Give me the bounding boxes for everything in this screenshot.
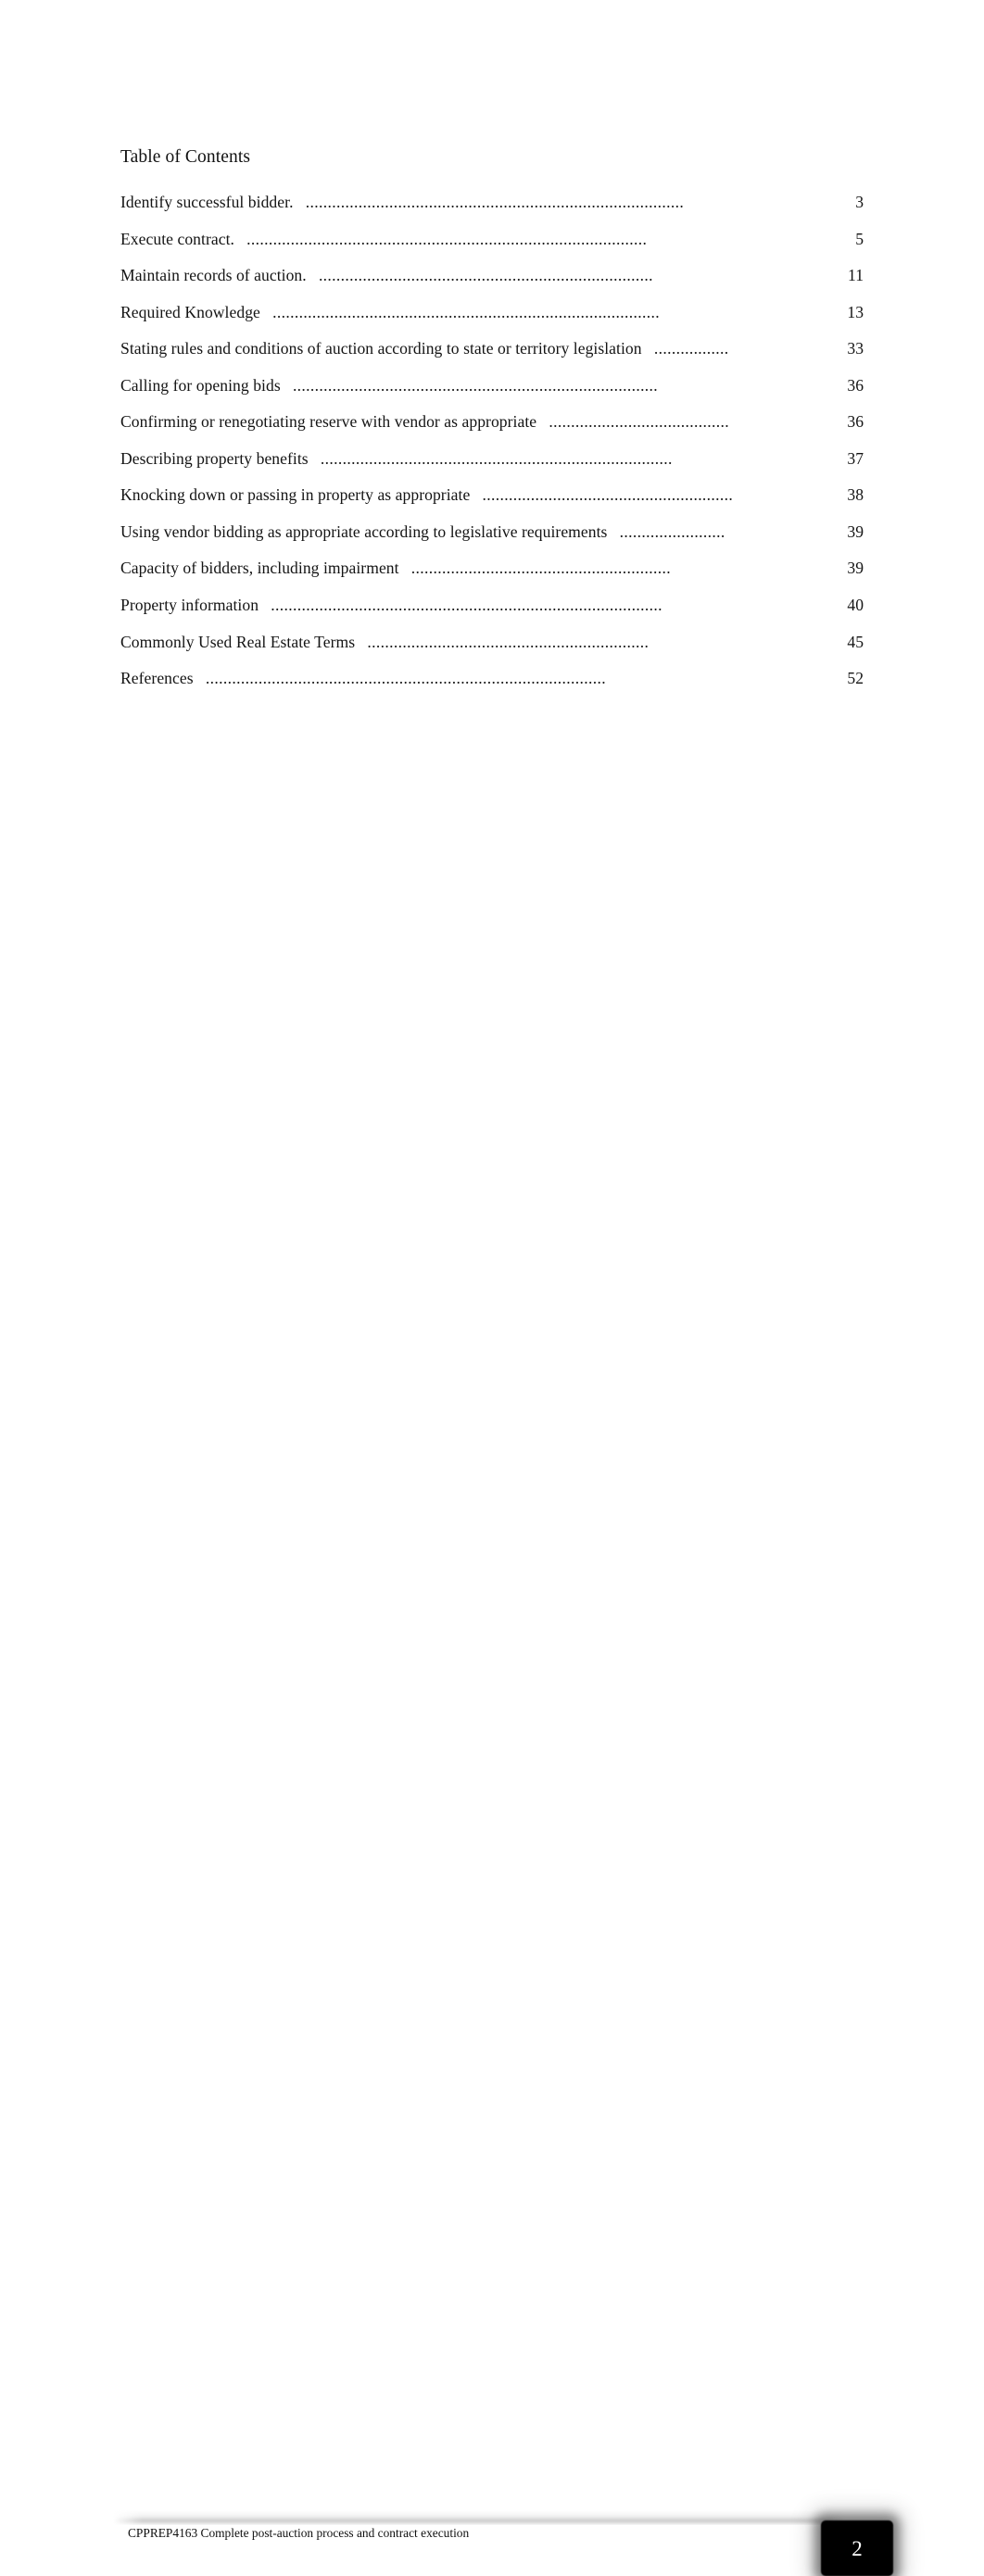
toc-entry-page-number: 13 [847, 302, 864, 321]
toc-entry-label: Confirming or renegotiating reserve with… [120, 412, 537, 432]
toc-entry-label: Knocking down or passing in property as … [120, 485, 471, 505]
toc-entry-leader: ........................................… [482, 485, 734, 505]
toc-entry-leader: ........................................… [205, 669, 606, 688]
toc-entry[interactable]: Maintain records of auction. ...........… [120, 265, 864, 302]
toc-entry-label: Capacity of bidders, including impairmen… [120, 559, 399, 578]
toc-entry[interactable]: Calling for opening bids ...............… [120, 375, 864, 412]
toc-entry-label: Calling for opening bids [120, 375, 281, 395]
toc-entry-label: Stating rules and conditions of auction … [120, 339, 642, 358]
toc-entry-page-number: 3 [855, 193, 864, 211]
document-page: Table of Contents Identify successful bi… [0, 0, 984, 2576]
toc-entry-page-number: 52 [847, 669, 864, 688]
toc-entry-gap [536, 411, 549, 432]
toc-entry-label: Maintain records of auction. [120, 266, 307, 285]
toc-entry-page-number: 5 [855, 229, 864, 248]
toc-entry-page-number: 45 [847, 632, 864, 651]
toc-entry-label: Execute contract. [120, 229, 234, 248]
page-number: 2 [852, 2536, 863, 2560]
toc-entry-leader: ........................................… [272, 302, 660, 321]
toc-entry[interactable]: Execute contract. ......................… [120, 229, 864, 266]
toc-entry-leader: ........................................… [318, 266, 653, 285]
toc-entry-page-number: 39 [847, 521, 864, 541]
toc-entry-leader: ........................................… [367, 632, 650, 651]
toc-entry-leader: ................. [653, 339, 729, 358]
toc-entry-page-number: 36 [847, 412, 864, 432]
toc-entry-page-number: 37 [847, 448, 864, 468]
toc-entry-label: Commonly Used Real Estate Terms [120, 632, 356, 651]
toc-entry[interactable]: Identify successful bidder. ............… [120, 192, 864, 229]
toc-entry-page-number: 39 [847, 559, 864, 578]
toc-entry-leader: ........................................… [320, 448, 673, 468]
toc-entry-gap [355, 632, 367, 652]
toc-entry-gap [307, 265, 319, 285]
toc-entry[interactable]: Stating rules and conditions of auction … [120, 338, 864, 375]
page-footer: CPPREP4163 Complete post-auction process… [0, 1249, 984, 2576]
toc-entry-label: References [120, 669, 194, 688]
page-title: Table of Contents [120, 147, 251, 167]
toc-entry-page-number: 40 [847, 596, 864, 615]
toc-entry-label: Using vendor bidding as appropriate acco… [120, 521, 608, 541]
toc-entry-label: Identify successful bidder. [120, 193, 294, 211]
toc-entry-page-number: 36 [847, 375, 864, 395]
toc-entry-leader: ........................................… [305, 193, 685, 211]
table-of-contents-list: Identify successful bidder. ............… [120, 192, 864, 705]
toc-entry-label: Property information [120, 596, 259, 615]
toc-entry-gap [259, 595, 271, 615]
toc-entry-leader: ........................................… [549, 412, 730, 432]
toc-entry[interactable]: Property information ...................… [120, 595, 864, 632]
toc-entry-leader: ........................................… [246, 229, 648, 248]
toc-entry-label: Required Knowledge [120, 302, 260, 321]
toc-entry-gap [642, 338, 654, 358]
toc-entry-gap [309, 448, 321, 469]
toc-entry-gap [399, 558, 411, 578]
toc-entry[interactable]: References .............................… [120, 668, 864, 705]
toc-entry-leader: ........................ [619, 521, 725, 541]
toc-entry-gap [607, 521, 619, 542]
toc-entry[interactable]: Confirming or renegotiating reserve with… [120, 411, 864, 448]
toc-entry-label: Describing property benefits [120, 448, 309, 468]
footer-document-title: CPPREP4163 Complete post-auction process… [128, 2526, 470, 2540]
toc-entry[interactable]: Describing property benefits ...........… [120, 448, 864, 485]
toc-entry[interactable]: Using vendor bidding as appropriate acco… [120, 521, 864, 559]
toc-entry-leader: ........................................… [410, 559, 671, 578]
toc-entry-page-number: 33 [847, 339, 864, 358]
toc-entry-gap [294, 192, 306, 212]
toc-entry[interactable]: Capacity of bidders, including impairmen… [120, 558, 864, 595]
toc-entry-page-number: 11 [848, 266, 864, 285]
toc-entry-page-number: 38 [847, 485, 864, 505]
footer-divider [113, 2510, 845, 2525]
toc-entry[interactable]: Required Knowledge .....................… [120, 302, 864, 339]
toc-entry[interactable]: Commonly Used Real Estate Terms ........… [120, 632, 864, 669]
toc-entry[interactable]: Knocking down or passing in property as … [120, 484, 864, 521]
toc-entry-gap [234, 229, 246, 249]
toc-entry-gap [260, 302, 272, 322]
toc-entry-leader: ........................................… [292, 375, 659, 395]
toc-entry-gap [194, 668, 206, 688]
toc-entry-gap [281, 375, 293, 396]
toc-entry-gap [470, 484, 482, 505]
toc-entry-leader: ........................................… [271, 596, 662, 615]
